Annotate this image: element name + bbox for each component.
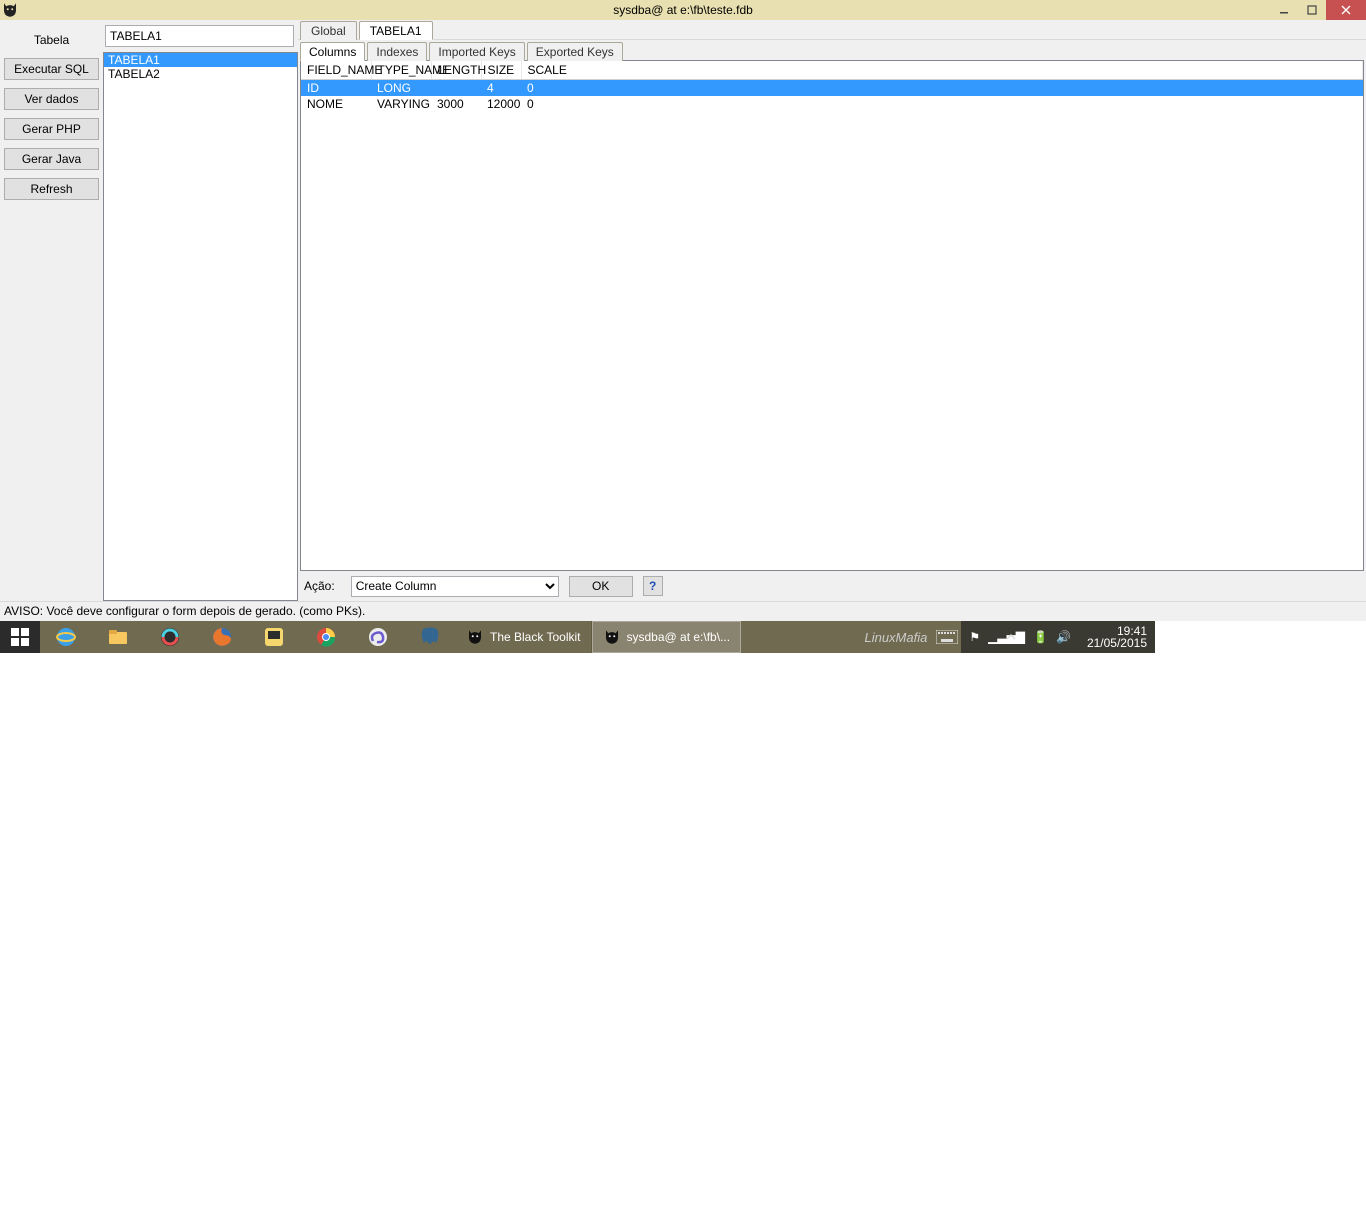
cell-scale: 0	[521, 80, 1363, 97]
table-list[interactable]: TABELA1 TABELA2	[103, 52, 298, 601]
taskbar: The Black Toolkit sysdba@ at e:\fb\... L…	[0, 621, 1155, 653]
table-list-item[interactable]: TABELA1	[104, 53, 297, 67]
help-button[interactable]: ?	[643, 576, 663, 596]
taskbar-ie-icon[interactable]	[40, 621, 92, 653]
cell-size: 12000	[481, 96, 521, 112]
taskbar-chrome-icon[interactable]	[300, 621, 352, 653]
system-tray: ⚑ ▁▃▅▇ 🔋 🔊 19:41 21/05/2015	[961, 621, 1155, 653]
action-row: Ação: Create Column OK ?	[298, 571, 1366, 601]
subtab-indexes[interactable]: Indexes	[367, 42, 427, 61]
sub-tabstrip: Columns Indexes Imported Keys Exported K…	[298, 40, 1366, 60]
ver-dados-button[interactable]: Ver dados	[4, 88, 99, 110]
cell-field: ID	[301, 80, 371, 97]
action-select[interactable]: Create Column	[351, 576, 559, 597]
table-list-item[interactable]: TABELA2	[104, 67, 297, 81]
help-icon: ?	[649, 579, 656, 593]
ok-button[interactable]: OK	[569, 576, 633, 597]
taskbar-date: 21/05/2015	[1087, 637, 1147, 649]
taskbar-clock[interactable]: 19:41 21/05/2015	[1079, 625, 1147, 649]
taskbar-app1-icon[interactable]	[144, 621, 196, 653]
minimize-button[interactable]	[1270, 0, 1298, 20]
tab-tabela1[interactable]: TABELA1	[359, 21, 433, 40]
grid-row[interactable]: NOME VARYING 3000 12000 0	[301, 96, 1363, 112]
status-bar: AVISO: Você deve configurar o form depoi…	[0, 601, 1366, 621]
columns-grid[interactable]: FIELD_NAME TYPE_NAME LENGTH SIZE SCALE I…	[301, 61, 1363, 112]
tab-global[interactable]: Global	[300, 21, 357, 40]
taskbar-putty-icon[interactable]	[248, 621, 300, 653]
cell-length: 3000	[431, 96, 481, 112]
gerar-java-button[interactable]: Gerar Java	[4, 148, 99, 170]
cell-length	[431, 80, 481, 97]
main-tabstrip: Global TABELA1	[298, 20, 1366, 40]
table-list-panel: TABELA1 TABELA2	[103, 20, 298, 601]
refresh-button[interactable]: Refresh	[4, 178, 99, 200]
sidebar-label: Tabela	[4, 29, 99, 51]
cell-scale: 0	[521, 96, 1363, 112]
taskbar-explorer-icon[interactable]	[92, 621, 144, 653]
taskbar-firefox-icon[interactable]	[196, 621, 248, 653]
gerar-php-button[interactable]: Gerar PHP	[4, 118, 99, 140]
taskbar-task-sysdba[interactable]: sysdba@ at e:\fb\...	[592, 621, 742, 653]
app-body: Tabela Executar SQL Ver dados Gerar PHP …	[0, 20, 1366, 601]
tray-flag-icon[interactable]: ⚑	[969, 630, 980, 644]
cell-size: 4	[481, 80, 521, 97]
tray-chevron-icon[interactable]	[1002, 625, 1020, 649]
grid-header-size[interactable]: SIZE	[481, 61, 521, 80]
taskbar-task-black-toolkit[interactable]: The Black Toolkit	[456, 621, 592, 653]
cell-field: NOME	[301, 96, 371, 112]
subtab-imported-keys[interactable]: Imported Keys	[429, 42, 524, 61]
app-icon	[0, 0, 20, 20]
sidebar: Tabela Executar SQL Ver dados Gerar PHP …	[0, 20, 103, 601]
taskbar-postgres-icon[interactable]	[404, 621, 456, 653]
taskbar-task-label: The Black Toolkit	[490, 630, 581, 644]
titlebar: sysdba@ at e:\fb\teste.fdb	[0, 0, 1366, 20]
window-buttons	[1270, 0, 1366, 20]
taskbar-task-label: sysdba@ at e:\fb\...	[627, 630, 731, 644]
tray-battery-icon[interactable]: 🔋	[1033, 630, 1048, 644]
taskbar-brand: LinuxMafia	[864, 630, 933, 645]
executar-sql-button[interactable]: Executar SQL	[4, 58, 99, 80]
maximize-button[interactable]	[1298, 0, 1326, 20]
close-button[interactable]	[1326, 0, 1366, 20]
status-text: AVISO: Você deve configurar o form depoi…	[4, 604, 365, 618]
start-button[interactable]	[0, 621, 40, 653]
grid-header-length[interactable]: LENGTH	[431, 61, 481, 80]
grid-header-type-name[interactable]: TYPE_NAME	[371, 61, 431, 80]
grid-row[interactable]: ID LONG 4 0	[301, 80, 1363, 97]
subtab-exported-keys[interactable]: Exported Keys	[527, 42, 623, 61]
taskbar-sogou-icon[interactable]	[352, 621, 404, 653]
tray-volume-icon[interactable]: 🔊	[1056, 630, 1071, 644]
main-panel: Global TABELA1 Columns Indexes Imported …	[298, 20, 1366, 601]
cell-type: LONG	[371, 80, 431, 97]
action-label: Ação:	[302, 579, 341, 593]
grid-header-field-name[interactable]: FIELD_NAME	[301, 61, 371, 80]
cell-type: VARYING	[371, 96, 431, 112]
table-name-input[interactable]	[105, 25, 294, 47]
grid-header-scale[interactable]: SCALE	[521, 61, 1363, 80]
window-title: sysdba@ at e:\fb\teste.fdb	[0, 3, 1366, 17]
columns-grid-wrap: FIELD_NAME TYPE_NAME LENGTH SIZE SCALE I…	[300, 60, 1364, 571]
keyboard-icon[interactable]	[933, 621, 961, 653]
subtab-columns[interactable]: Columns	[300, 42, 365, 61]
